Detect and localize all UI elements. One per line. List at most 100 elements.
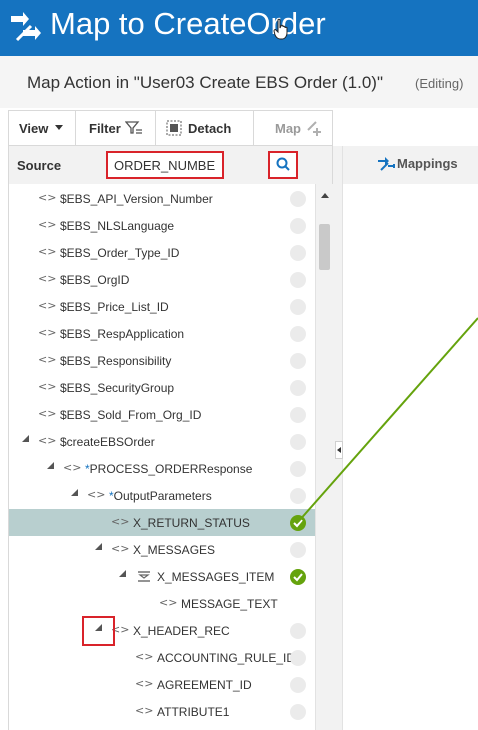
tree-node-text: OutputParameters (113, 489, 212, 503)
source-search-bar: Source (8, 146, 333, 184)
tree-row[interactable]: <> $EBS_Order_Type_ID (9, 239, 315, 266)
tree-row[interactable]: <> ACCOUNTING_RULE_ID (9, 644, 315, 671)
tree-row[interactable]: <> $EBS_Price_List_ID (9, 293, 315, 320)
tree-row[interactable]: <> X_MESSAGES (9, 536, 315, 563)
tree-row[interactable]: <> $EBS_OrgID (9, 266, 315, 293)
collapse-panel-button[interactable] (335, 441, 343, 459)
unmapped-status-icon (290, 542, 306, 558)
collapse-left-icon (337, 447, 341, 453)
detach-button[interactable]: Detach (166, 111, 231, 145)
filter-button[interactable]: Filter (89, 111, 143, 145)
search-icon (276, 157, 290, 171)
highlight-box (82, 616, 115, 646)
mappings-header: Mappings (343, 146, 478, 184)
tree-node-text: $EBS_OrgID (60, 273, 130, 287)
tree-node-label: $createEBSOrder (60, 435, 155, 449)
tree-row[interactable]: <> $EBS_Responsibility (9, 347, 315, 374)
element-brackets-icon: <> (159, 596, 178, 609)
tree-row[interactable]: <> $EBS_RespApplication (9, 320, 315, 347)
tree-node-label: $EBS_Sold_From_Org_ID (60, 408, 201, 422)
tree-node-text: $EBS_Order_Type_ID (60, 246, 180, 260)
tree-node-label: $EBS_OrgID (60, 273, 129, 287)
unmapped-status-icon (290, 434, 306, 450)
check-circle-icon (290, 569, 306, 585)
search-button[interactable] (268, 151, 298, 179)
map-button[interactable]: Map (275, 111, 322, 145)
tree-node-label: AGREEMENT_ID (157, 678, 252, 692)
tree-row[interactable]: <> *PROCESS_ORDERResponse (9, 455, 315, 482)
detach-label: Detach (188, 120, 232, 136)
unmapped-status-icon (290, 191, 306, 207)
tree-node-label: *OutputParameters (109, 489, 212, 503)
tree-node-text: $EBS_Responsibility (60, 354, 172, 368)
tree-node-text: ACCOUNTING_RULE_ID (157, 651, 296, 665)
element-brackets-icon: <> (135, 704, 154, 717)
scroll-up-icon[interactable] (321, 193, 329, 198)
tree-node-text: $EBS_Price_List_ID (60, 300, 169, 314)
tree-node-text: X_HEADER_REC (133, 624, 230, 638)
tree-row[interactable]: <> $createEBSOrder (9, 428, 315, 455)
element-brackets-icon: <> (111, 542, 130, 555)
tree-row[interactable]: <> *OutputParameters (9, 482, 315, 509)
unmapped-status-icon (290, 488, 306, 504)
tree-node-text: $EBS_SecurityGroup (60, 381, 175, 395)
unmapped-status-icon (290, 704, 306, 720)
tree-row[interactable]: <> $EBS_Sold_From_Org_ID (9, 401, 315, 428)
expand-toggle-icon[interactable] (22, 435, 29, 442)
tree-node-label: X_RETURN_STATUS (133, 516, 250, 530)
unmapped-status-icon (290, 650, 306, 666)
tree-node-label: $EBS_RespApplication (60, 327, 184, 341)
source-tree[interactable]: <> $EBS_API_Version_Number <> $EBS_NLSLangu… (8, 184, 315, 730)
unmapped-status-icon (290, 407, 306, 423)
panel-splitter[interactable] (333, 146, 343, 730)
element-brackets-icon: <> (38, 218, 57, 231)
element-brackets-icon: <> (135, 677, 154, 690)
element-brackets-icon: <> (135, 650, 154, 663)
view-label: View (19, 120, 49, 136)
unmapped-status-icon (290, 326, 306, 342)
map-action-title: Map Action in "User03 Create EBS Order (… (27, 73, 383, 92)
tree-node-text: $EBS_Sold_From_Org_ID (60, 408, 202, 422)
tree-row[interactable]: <> AGREEMENT_ID (9, 671, 315, 698)
hand-cursor-icon (273, 18, 288, 40)
view-menu-button[interactable]: View (19, 111, 64, 145)
map-label: Map (275, 120, 301, 136)
element-brackets-icon: <> (38, 380, 57, 393)
source-search-input[interactable] (106, 151, 224, 179)
element-brackets-icon: <> (63, 461, 82, 474)
scroll-thumb[interactable] (319, 224, 330, 270)
expand-toggle-icon[interactable] (119, 570, 126, 577)
tree-node-label: $EBS_API_Version_Number (60, 192, 213, 206)
unmapped-status-icon (290, 272, 306, 288)
toolbar-divider (253, 111, 254, 145)
tree-node-label: *PROCESS_ORDERResponse (85, 462, 252, 476)
detach-icon (166, 120, 182, 136)
element-brackets-icon: <> (38, 353, 57, 366)
tree-row[interactable]: <> ATTRIBUTE1 (9, 698, 315, 725)
tree-node-label: $EBS_Responsibility (60, 354, 171, 368)
tree-scrollbar[interactable] (315, 184, 333, 730)
expand-toggle-icon[interactable] (47, 462, 54, 469)
source-toolbar: View Filter Detach Map (8, 110, 333, 146)
expand-toggle-icon[interactable] (71, 489, 78, 496)
unmapped-status-icon (290, 380, 306, 396)
mappings-canvas[interactable] (343, 184, 478, 730)
tree-node-label: ACCOUNTING_RULE_ID (157, 651, 295, 665)
tree-node-text: AGREEMENT_ID (157, 678, 252, 692)
tree-row[interactable]: <> X_HEADER_REC (9, 617, 315, 644)
tree-row[interactable]: <> $EBS_SecurityGroup (9, 374, 315, 401)
tree-row[interactable]: <> $EBS_NLSLanguage (9, 212, 315, 239)
tree-row[interactable]: <> MESSAGE_TEXT (9, 590, 315, 617)
unmapped-status-icon (290, 218, 306, 234)
element-brackets-icon: <> (87, 488, 106, 501)
tree-node-label: $EBS_Price_List_ID (60, 300, 169, 314)
unmapped-status-icon (290, 461, 306, 477)
tree-row[interactable]: <> $EBS_API_Version_Number (9, 185, 315, 212)
element-brackets-icon: <> (38, 434, 57, 447)
unmapped-status-icon (290, 299, 306, 315)
tree-row[interactable]: X_MESSAGES_ITEM (9, 563, 315, 590)
unmapped-status-icon (290, 623, 306, 639)
tree-row[interactable]: <> X_RETURN_STATUS (9, 509, 315, 536)
expand-toggle-icon[interactable] (95, 543, 102, 550)
tree-node-label: MESSAGE_TEXT (181, 597, 278, 611)
